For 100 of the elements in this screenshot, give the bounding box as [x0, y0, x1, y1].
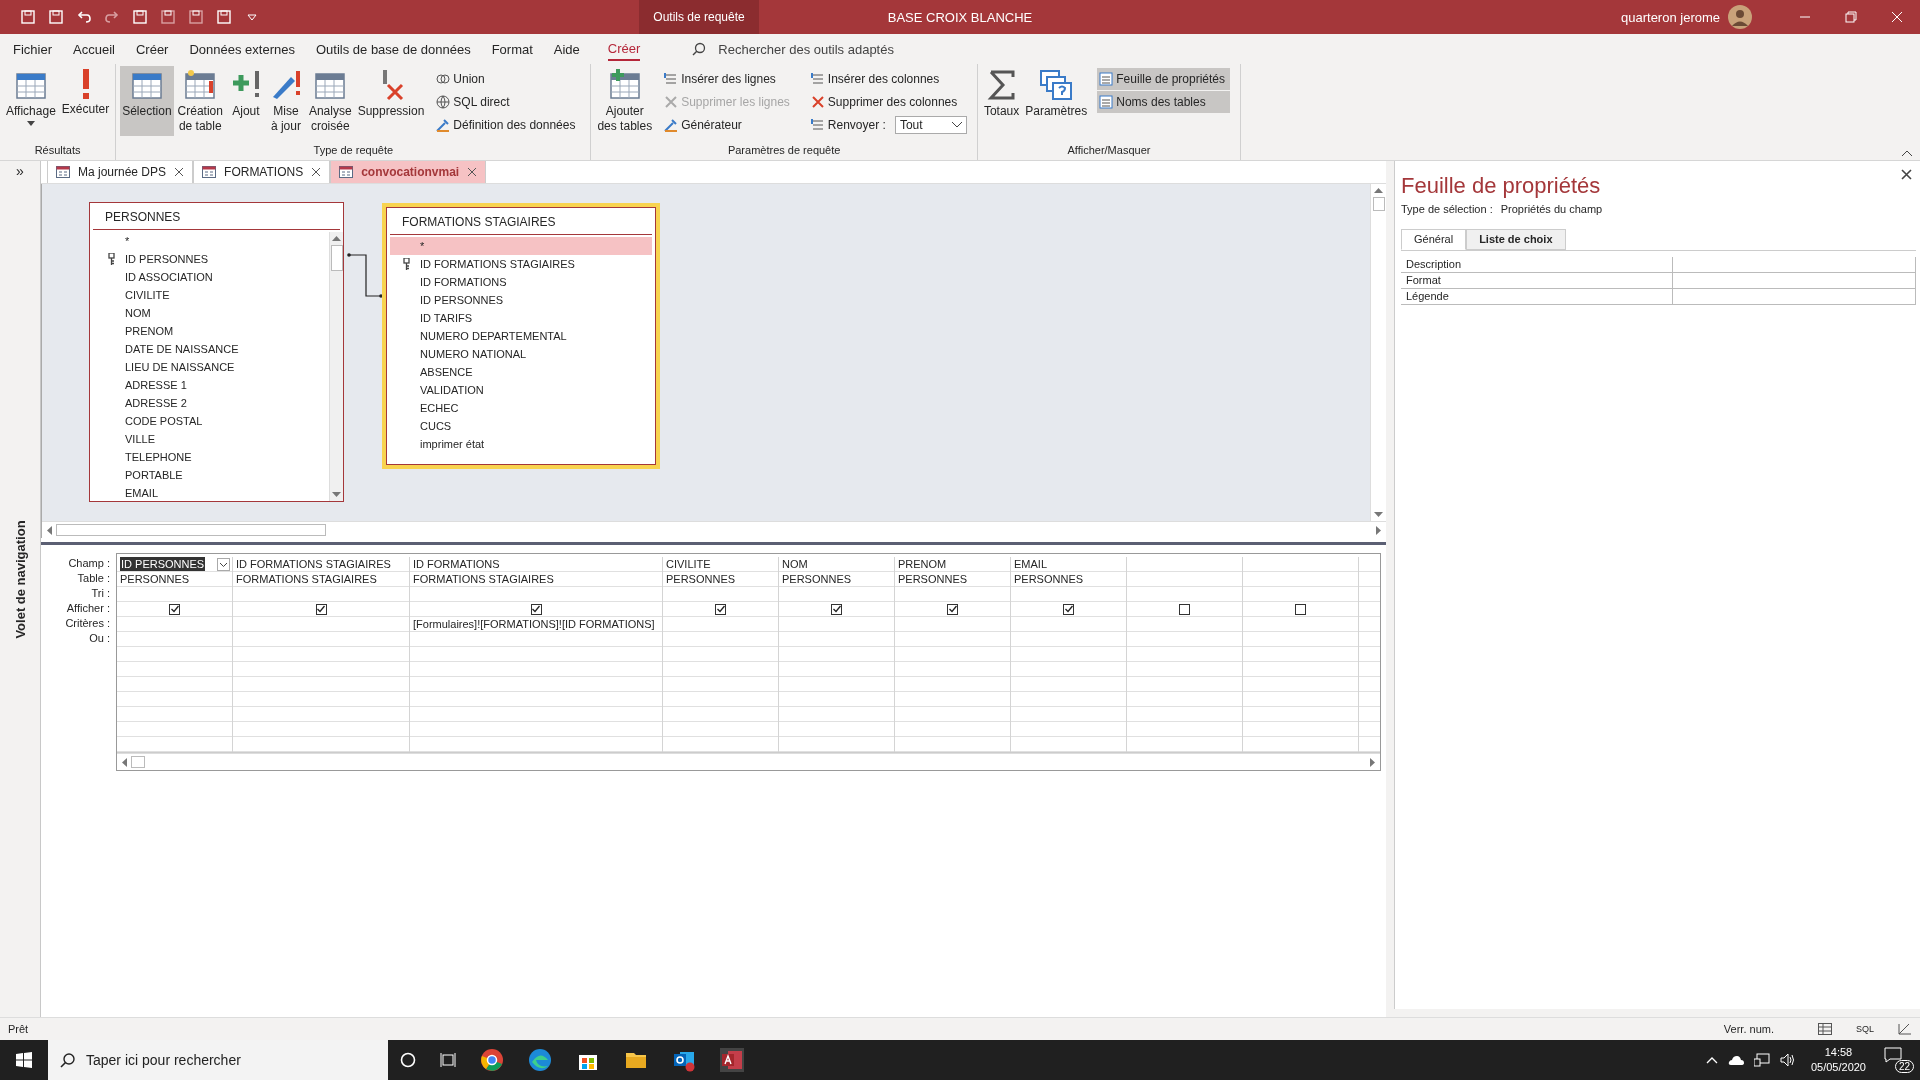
field-item[interactable]: VALIDATION: [390, 381, 652, 399]
field-item[interactable]: *: [93, 232, 326, 250]
ribbon-button[interactable]: Noms des tables: [1097, 91, 1230, 113]
field-item[interactable]: ID FORMATIONS STAGIAIRES: [390, 255, 652, 273]
table-cell: FORMATIONS STAGIAIRES: [236, 572, 377, 586]
ribbon-button[interactable]: Suppression: [355, 66, 427, 136]
ribbon-button[interactable]: Ajout: [226, 66, 265, 136]
user-name[interactable]: quarteron jerome: [1621, 9, 1720, 25]
field-item[interactable]: CODE POSTAL: [93, 412, 326, 430]
row-label: Tri :: [91, 586, 110, 601]
field-cell[interactable]: CIVILITE: [663, 557, 778, 572]
group-label: Paramètres de requête: [726, 144, 842, 158]
sql-view-button[interactable]: SQL: [1856, 1024, 1874, 1034]
ribbon-button[interactable]: Totaux: [981, 66, 1022, 136]
field-item[interactable]: ABSENCE: [390, 363, 652, 381]
field-item[interactable]: DATE DE NAISSANCE: [93, 340, 326, 358]
status-text: Prêt: [8, 1023, 29, 1035]
field-item[interactable]: NUMERO NATIONAL: [390, 345, 652, 363]
ribbon-button[interactable]: Création de table: [175, 66, 225, 137]
criteria-cell[interactable]: [Formulaires]![FORMATIONS]![ID FORMATIONS]: [413, 617, 655, 631]
field-cell[interactable]: NOM: [779, 557, 894, 572]
field-item[interactable]: imprimer état: [390, 435, 652, 453]
field-item[interactable]: VILLE: [93, 430, 326, 448]
menu-tab[interactable]: Données externes: [189, 37, 295, 61]
field-cell[interactable]: EMAIL: [1011, 557, 1126, 572]
field-item[interactable]: ADRESSE 2: [93, 394, 326, 412]
clock-date[interactable]: 05/05/2020: [1810, 1060, 1866, 1075]
menu-tab[interactable]: Outils de base de données: [315, 37, 471, 61]
tab-label: FORMATIONS: [224, 165, 304, 179]
field-item[interactable]: ID ASSOCIATION: [93, 268, 326, 286]
menu-tab[interactable]: Créer: [607, 37, 641, 61]
ribbon-button[interactable]: Insérer des lignes: [662, 68, 795, 90]
ribbon-button[interactable]: Ajouter des tables: [595, 66, 655, 137]
field-item[interactable]: PORTABLE: [93, 466, 326, 484]
property-tab[interactable]: Général: [1401, 229, 1467, 250]
menu-tab[interactable]: Format: [491, 37, 533, 61]
row-label: Afficher :: [66, 601, 110, 616]
field-list[interactable]: FORMATIONS STAGIAIRES * ID FORMATIONS STAGIAIRES ID FORMATIONS ID PERSONNES ID TARIFS NUMERO DEPARTEMENTAL NUMERO NATIONAL ABSENCE VALIDATION ECHEC CUCS imprimer état: [382, 203, 660, 469]
ribbon-button[interactable]: Exécuter: [59, 66, 112, 136]
field-item[interactable]: CUCS: [390, 417, 652, 435]
field-cell[interactable]: ID FORMATIONS: [410, 557, 662, 572]
field-item[interactable]: EMAIL: [93, 484, 326, 501]
menu-tab[interactable]: Aide: [553, 37, 580, 61]
notification-count: 22: [1894, 1060, 1914, 1073]
ribbon-button[interactable]: Insérer des colonnes: [808, 68, 967, 90]
ribbon-button[interactable]: Définition des données: [434, 114, 581, 136]
table-cell: PERSONNES: [120, 572, 190, 586]
field-item[interactable]: CIVILITE: [93, 286, 326, 304]
document-tab[interactable]: FORMATIONS: [193, 161, 331, 183]
field-item[interactable]: ID PERSONNES: [390, 291, 652, 309]
property-name: Format: [1401, 273, 1673, 288]
ribbon-button[interactable]: Affichage: [4, 66, 58, 136]
field-item[interactable]: ID TARIFS: [390, 309, 652, 327]
row-label: Champ :: [68, 556, 110, 571]
field-item[interactable]: *: [390, 237, 652, 255]
group-label: Type de requête: [312, 144, 395, 158]
row-label: Table :: [77, 571, 110, 586]
field-item[interactable]: NOM: [93, 304, 326, 322]
selection-label: Type de sélection :: [1401, 203, 1493, 215]
menu-tab[interactable]: Accueil: [73, 37, 115, 61]
field-item[interactable]: TELEPHONE: [93, 448, 326, 466]
search-field[interactable]: Rechercher des outils adaptés: [716, 40, 951, 58]
selection-type: Propriétés du champ: [1500, 203, 1603, 215]
ribbon-button[interactable]: Analyse croisée: [306, 66, 354, 137]
ribbon-button[interactable]: Sélection: [120, 66, 174, 136]
document-tab[interactable]: convocationvmai: [330, 161, 487, 183]
field-item[interactable]: PRENOM: [93, 322, 326, 340]
ribbon-button[interactable]: Union: [434, 68, 581, 90]
taskbar-search-field[interactable]: Taper ici pour rechercher: [48, 1040, 388, 1080]
ribbon-button[interactable]: Supprimer des colonnes: [808, 91, 967, 113]
group-label: Afficher/Masquer: [1066, 144, 1152, 158]
expand-button[interactable]: »: [16, 163, 24, 179]
field-list[interactable]: PERSONNES * ID PERSONNES ID ASSOCIATION CIVILITE NOM PRENOM DATE DE NAISSANCE LIEU DE NAISSANCE ADRESSE 1 ADRESSE 2 CODE POSTAL VILLE TELEPHONE PORTABLE EMAIL: [89, 202, 344, 502]
ribbon-button[interactable]: SQL direct: [434, 91, 581, 113]
field-item[interactable]: ECHEC: [390, 399, 652, 417]
row-label: Ou :: [89, 631, 110, 646]
field-cell[interactable]: ID FORMATIONS STAGIAIRES: [233, 557, 409, 572]
document-tab[interactable]: Ma journée DPS: [47, 161, 194, 183]
ribbon-button[interactable]: Générateur: [662, 114, 795, 136]
menu-tab[interactable]: Fichier: [13, 37, 52, 61]
field-cell[interactable]: PRENOM: [895, 557, 1010, 572]
window-title: BASE CROIX BLANCHE: [886, 9, 1034, 25]
ribbon-button[interactable]: Feuille de propriétés: [1097, 68, 1230, 90]
menu-tab[interactable]: Créer: [135, 37, 169, 61]
property-name: Légende: [1401, 289, 1673, 304]
navigation-pane-label[interactable]: Volet de navigation: [12, 519, 28, 639]
field-item[interactable]: LIEU DE NAISSANCE: [93, 358, 326, 376]
field-item[interactable]: ID PERSONNES: [93, 250, 326, 268]
table-cell: PERSONNES: [782, 572, 852, 586]
field-item[interactable]: ADRESSE 1: [93, 376, 326, 394]
return-label[interactable]: Renvoyer :: [808, 114, 891, 136]
property-name: Description: [1401, 257, 1673, 272]
ribbon-button[interactable]: Paramètres: [1023, 66, 1090, 136]
property-tab[interactable]: Liste de choix: [1466, 229, 1566, 250]
table-title: PERSONNES: [93, 203, 340, 230]
return-dropdown[interactable]: Tout: [894, 116, 967, 134]
clock-time[interactable]: 14:58: [1824, 1045, 1853, 1060]
field-item[interactable]: NUMERO DEPARTEMENTAL: [390, 327, 652, 345]
field-item[interactable]: ID FORMATIONS: [390, 273, 652, 291]
ribbon-button[interactable]: Mise à jour: [266, 66, 305, 137]
